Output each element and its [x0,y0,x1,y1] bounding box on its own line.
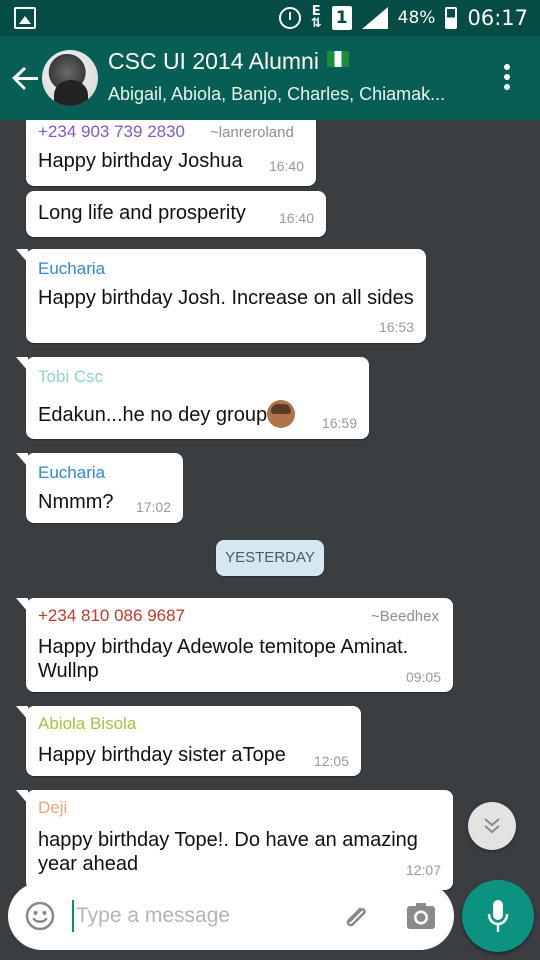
signal-icon [361,7,388,29]
message-time: 16:59 [321,415,357,431]
group-title[interactable]: CSC UI 2014 Alumni [108,48,349,75]
clock: 06:17 [467,6,528,30]
message-text-line: Happy birthday Adewole temitope Aminat. [38,636,409,658]
message-bubble[interactable]: Eucharia Happy birthday Josh. Increase o… [16,249,426,343]
message-time: 16:53 [378,319,414,335]
message-bubble[interactable]: +234 810 086 9687 ~Beedhex Happy birthda… [16,598,453,692]
sender-tag: ~lanreroland [210,124,294,141]
message-sender[interactable]: Abiola Bisola [38,714,136,734]
alarm-icon [278,7,301,29]
message-text: Edakun...he no dey group [38,400,296,428]
microphone-icon [487,900,509,932]
man-facepalming-emoji-icon [267,400,296,428]
sender-tag: ~Beedhex [371,608,439,625]
message-composer [8,882,454,950]
message-time: 09:05 [405,669,441,685]
message-sender[interactable]: Tobi Csc [38,367,103,387]
attach-icon[interactable] [338,900,372,934]
message-text-line: year ahead [38,853,139,875]
message-time: 12:07 [405,862,441,878]
back-arrow-icon[interactable] [8,60,44,96]
nigeria-flag-icon [326,51,349,67]
message-time: 12:05 [313,753,349,769]
group-avatar[interactable] [42,50,98,106]
message-sender[interactable]: +234 903 739 2830 [38,122,185,142]
message-sender[interactable]: Deji [38,798,67,818]
message-time: 17:02 [135,499,171,515]
battery-percent: 48% [397,8,436,28]
gallery-notification-icon [14,7,36,29]
data-indicator: E ⇅ [310,4,322,31]
date-divider: YESTERDAY [216,540,324,576]
message-text-line: happy birthday Tope!. Do have an amazing [38,829,418,851]
message-text: Nmmm? [38,491,114,513]
double-chevron-down-icon [484,818,500,834]
message-bubble[interactable]: Tobi Csc Edakun...he no dey group 16:59 [16,357,369,439]
chat-header: CSC UI 2014 Alumni Abigail, Abiola, Banj… [0,36,540,120]
group-members[interactable]: Abigail, Abiola, Banjo, Charles, Chiamak… [108,84,488,105]
message-bubble[interactable]: Abiola Bisola Happy birthday sister aTop… [16,706,361,776]
message-input[interactable] [72,900,312,932]
chat-area[interactable]: +234 903 739 2830 ~lanreroland Happy bir… [0,120,540,890]
camera-icon[interactable] [406,902,436,930]
overflow-menu-icon[interactable] [504,64,512,92]
message-time: 16:40 [268,158,304,174]
voice-record-button[interactable] [462,880,534,952]
message-text: Happy birthday Josh. Increase on all sid… [38,287,414,309]
message-bubble[interactable]: Long life and prosperity 16:40 [26,191,326,237]
scroll-to-bottom-button[interactable] [468,802,516,850]
message-bubble[interactable]: Deji happy birthday Tope!. Do have an am… [16,790,453,890]
message-text: Happy birthday Joshua [38,150,243,172]
message-text-line: Wullnp [38,660,99,682]
sim-slot-icon: 1 [331,6,352,30]
message-sender[interactable]: Eucharia [38,463,105,483]
status-bar: E ⇅ 1 48% 06:17 [0,0,540,36]
message-bubble[interactable]: Eucharia Nmmm? 17:02 [16,453,183,523]
message-bubble[interactable]: +234 903 739 2830 ~lanreroland Happy bir… [26,120,316,186]
message-sender[interactable]: Eucharia [38,259,105,279]
battery-icon [445,7,458,29]
message-text: Long life and prosperity [38,202,246,224]
message-text: Happy birthday sister aTope [38,744,286,766]
message-sender[interactable]: +234 810 086 9687 [38,606,185,626]
status-icons: E ⇅ 1 48% 06:17 [278,0,528,36]
message-time: 16:40 [278,210,314,226]
emoji-icon[interactable] [24,900,56,932]
